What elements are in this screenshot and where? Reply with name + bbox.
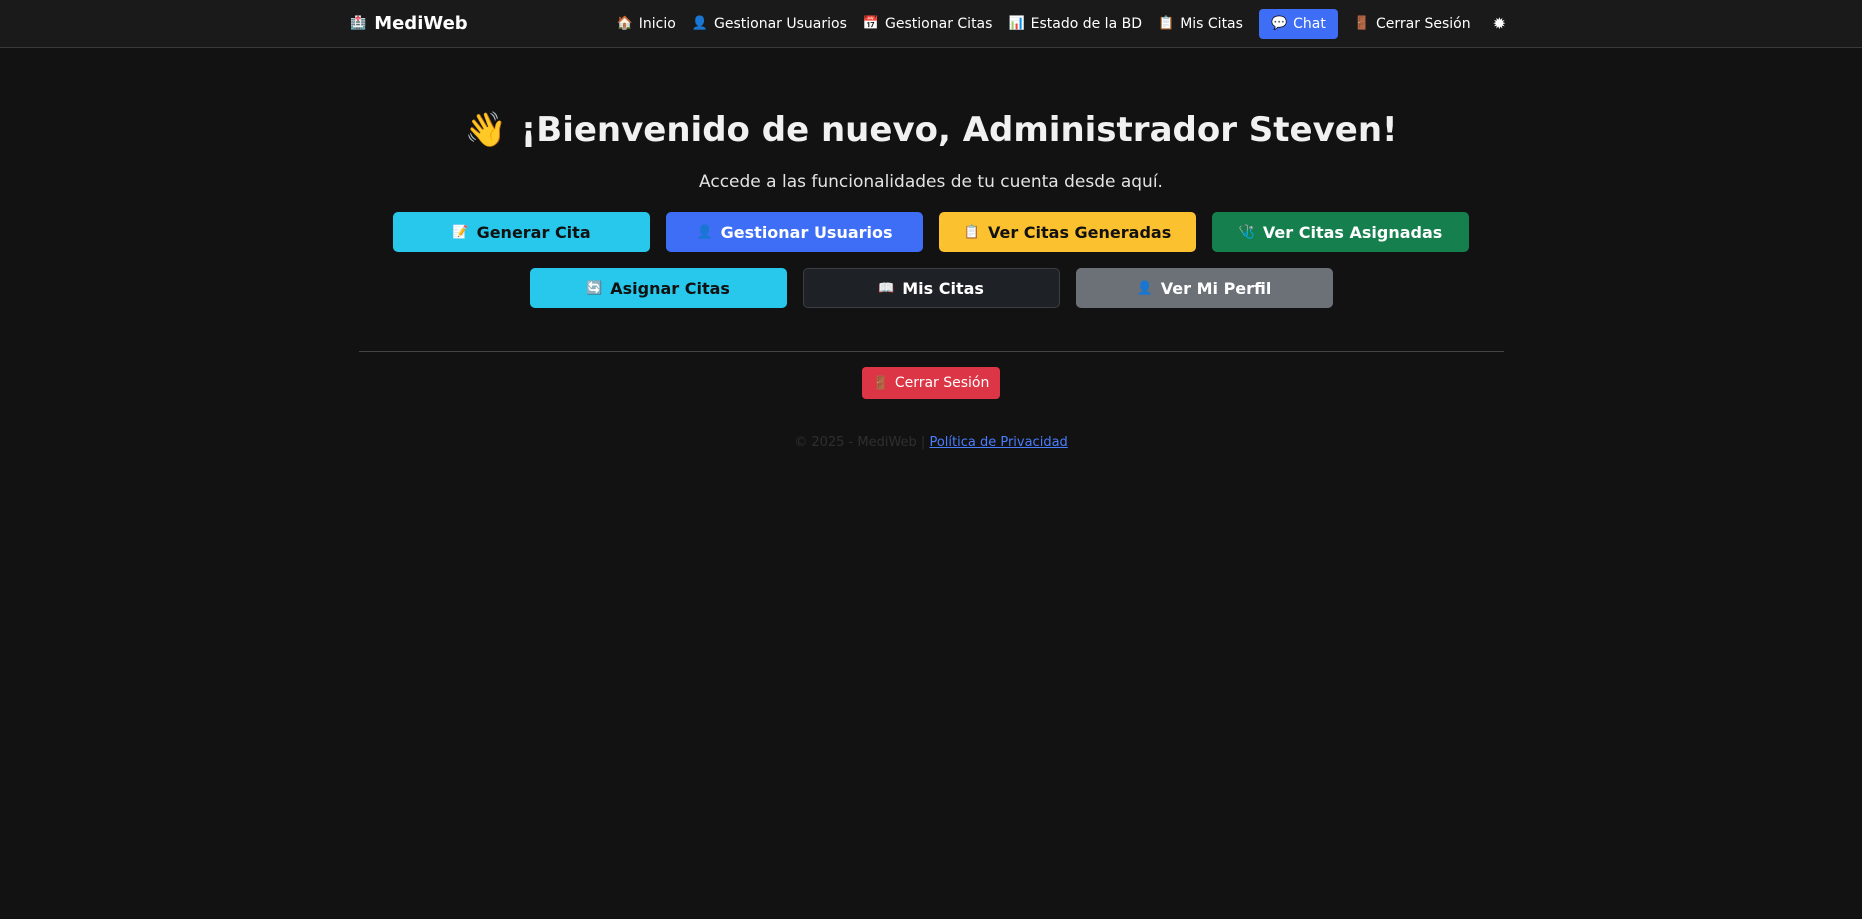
nav-item-mis-citas[interactable]: 📋 Mis Citas	[1158, 16, 1243, 32]
nav-item-inicio[interactable]: 🏠 Inicio	[617, 16, 676, 32]
hospital-icon: 🏥	[350, 16, 367, 31]
user-icon: 👤	[691, 16, 708, 31]
door-icon: 🚪	[1353, 16, 1371, 31]
actions-row-2: 🔄 Asignar Citas 📖 Mis Citas 👤 Ver Mi Per…	[0, 268, 1862, 308]
button-label: Generar Cita	[476, 222, 591, 242]
nav-item-gestionar-usuarios[interactable]: 👤 Gestionar Usuarios	[692, 16, 847, 32]
nav-item-chat[interactable]: 💬 Chat	[1258, 8, 1338, 39]
button-label: Ver Citas Generadas	[987, 222, 1172, 242]
welcome-subtitle: Accede a las funcionalidades de tu cuent…	[699, 172, 1163, 192]
mis-citas-button[interactable]: 📖 Mis Citas	[802, 268, 1060, 308]
logout-label: Cerrar Sesión	[894, 375, 990, 391]
nav-item-label: Cerrar Sesión	[1376, 15, 1471, 32]
privacy-policy-link[interactable]: Política de Privacidad	[929, 435, 1067, 450]
ver-citas-asignadas-button[interactable]: 🩺 Ver Citas Asignadas	[1212, 212, 1469, 252]
home-icon: 🏠	[616, 16, 633, 31]
nav-item-estado-bd[interactable]: 📊 Estado de la BD	[1008, 16, 1142, 32]
gestionar-usuarios-button[interactable]: 👤 Gestionar Usuarios	[666, 212, 923, 252]
button-label: Mis Citas	[902, 278, 984, 298]
clipboard-icon: 📋	[963, 224, 980, 240]
main-content: 👋 ¡Bienvenido de nuevo, Administrador St…	[0, 110, 1862, 450]
stethoscope-icon: 🩺	[1238, 224, 1255, 240]
open-book-icon: 📖	[878, 280, 895, 296]
ver-mi-perfil-button[interactable]: 👤 Ver Mi Perfil	[1075, 268, 1333, 308]
ver-citas-generadas-button[interactable]: 📋 Ver Citas Generadas	[939, 212, 1196, 252]
nav-links: 🏠 Inicio 👤 Gestionar Usuarios 📅 Gestiona…	[617, 0, 1506, 47]
logout-button[interactable]: 🚪 Cerrar Sesión	[861, 367, 1001, 399]
nav-item-label: Gestionar Citas	[885, 15, 993, 32]
navbar: 🏥 MediWeb 🏠 Inicio 👤 Gestionar Usuarios …	[0, 0, 1862, 48]
chat-bubble-icon: 💬	[1270, 16, 1288, 31]
nav-item-label: Mis Citas	[1180, 15, 1243, 32]
clipboard-icon: 📋	[1158, 16, 1175, 31]
button-label: Gestionar Usuarios	[720, 222, 893, 242]
nav-item-label: Inicio	[638, 15, 676, 32]
actions-row-1: 📝 Generar Cita 👤 Gestionar Usuarios 📋 Ve…	[0, 212, 1862, 252]
divider	[358, 351, 1504, 352]
waving-hand-icon: 👋	[464, 110, 507, 150]
generar-cita-button[interactable]: 📝 Generar Cita	[393, 212, 650, 252]
button-label: Ver Citas Asignadas	[1262, 222, 1443, 242]
button-label: Ver Mi Perfil	[1160, 278, 1272, 298]
footer-text: © 2025 - MediWeb |	[794, 435, 930, 450]
asignar-citas-button[interactable]: 🔄 Asignar Citas	[529, 268, 787, 308]
calendar-icon: 📅	[862, 16, 880, 31]
bar-chart-icon: 📊	[1008, 16, 1025, 31]
door-icon: 🚪	[872, 375, 889, 391]
button-label: Asignar Citas	[610, 278, 730, 298]
nav-item-cerrar-sesion[interactable]: 🚪 Cerrar Sesión	[1354, 16, 1471, 32]
welcome-title: 👋 ¡Bienvenido de nuevo, Administrador St…	[0, 110, 1862, 150]
theme-toggle-icon[interactable]: ✹	[1493, 14, 1506, 33]
user-icon: 👤	[1136, 280, 1153, 296]
welcome-text: ¡Bienvenido de nuevo, Administrador Stev…	[520, 110, 1398, 150]
memo-icon: 📝	[452, 224, 469, 240]
brand-name: MediWeb	[374, 13, 468, 34]
nav-item-label: Estado de la BD	[1030, 15, 1142, 32]
nav-item-label: Gestionar Usuarios	[714, 15, 847, 32]
refresh-icon: 🔄	[586, 280, 603, 296]
user-icon: 👤	[696, 224, 713, 240]
nav-item-label: Chat	[1293, 15, 1326, 32]
brand[interactable]: 🏥 MediWeb	[350, 0, 468, 47]
footer: © 2025 - MediWeb | Política de Privacida…	[0, 435, 1862, 450]
nav-item-gestionar-citas[interactable]: 📅 Gestionar Citas	[863, 16, 993, 32]
